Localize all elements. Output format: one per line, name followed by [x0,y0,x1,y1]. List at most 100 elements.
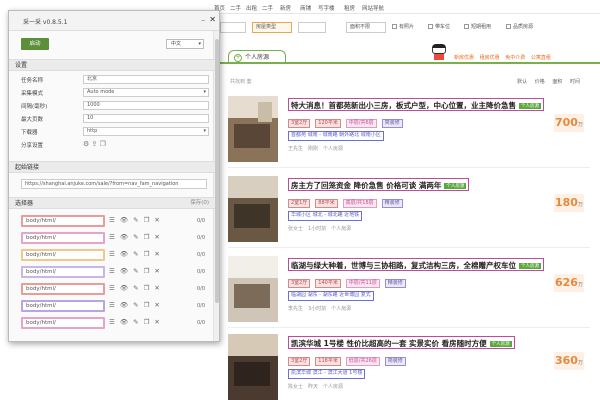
eye-icon[interactable]: 👁 [120,250,128,258]
listing-item[interactable]: 房主方了回笼资金 降价急售 价格可谈 满两年 个人房源 2室1厅 88平米 高层/… [228,172,590,248]
nav-link[interactable]: 商铺 [300,4,311,12]
copy-icon[interactable]: ❐ [144,318,150,326]
sort-option[interactable]: 面积 [552,79,562,85]
selector-input[interactable]: body/html/ [21,283,105,295]
selector-input[interactable]: body/html/ [21,215,105,227]
edit-icon[interactable]: ✎ [133,233,138,241]
delete-icon[interactable]: ✕ [154,284,159,292]
list-icon[interactable]: ☰ [109,216,115,224]
scrollbar-thumb[interactable] [215,39,219,303]
listing-address[interactable]: 首都苑 城南 - 城南路 朝外路北 城南小区 [288,131,384,141]
filter-select-area[interactable]: 面积不限 [346,22,386,33]
task-name-input[interactable]: 北京 [83,75,209,84]
delete-icon[interactable]: ✕ [154,318,159,326]
filter-checkbox[interactable]: 有照片 [392,23,414,30]
promo-link[interactable]: 免中介费 [505,55,525,61]
nav-link[interactable]: 租房 [344,4,355,12]
filter-checkbox[interactable]: 带车位 [428,23,450,30]
listing-item[interactable]: 临湖与绿大种着，世博与三协相路，复式洁构三房，全棉赠产权车位 个人房源 3室2厅 … [228,252,590,328]
close-icon[interactable]: ✕ [209,15,216,24]
sort-option[interactable]: 默认 [517,79,527,85]
share-icon[interactable]: ⇪ [92,140,98,148]
listing-item[interactable]: 凯滨华城 1号楼 性价比超高的一套 实景实价 看房随时方便 个人房源 3室2厅 1… [228,330,590,400]
eye-icon[interactable]: 👁 [120,284,128,292]
edit-icon[interactable]: ✎ [133,284,138,292]
copy-icon[interactable]: ❐ [144,284,150,292]
listing-title[interactable]: 特大消息！首都苑新出小三房，板式户型，中心位置，业主降价急售 个人房源 [288,98,544,111]
list-icon[interactable]: ☰ [109,318,115,326]
attr-area: 140平米 [315,279,341,288]
edit-icon[interactable]: ✎ [133,267,138,275]
edit-icon[interactable]: ✎ [133,216,138,224]
sort-option[interactable]: 时间 [570,79,580,85]
eye-icon[interactable]: 👁 [120,301,128,309]
list-icon[interactable]: ☰ [109,301,115,309]
eye-icon[interactable]: 👁 [120,267,128,275]
eye-icon[interactable]: 👁 [120,318,128,326]
selector-input[interactable]: body/html/ [21,232,105,244]
list-icon[interactable]: ☰ [109,284,115,292]
delete-icon[interactable]: ✕ [154,233,159,241]
panel-titlebar[interactable]: 采一采 v0.8.5.1 – ✕ [9,11,219,31]
language-select[interactable]: 中文 [166,39,204,49]
eye-icon[interactable]: 👁 [120,233,128,241]
filter-select-region[interactable] [220,22,246,33]
edit-icon[interactable]: ✎ [133,250,138,258]
listing-photo[interactable] [228,176,278,242]
copy-icon[interactable]: ❐ [144,250,150,258]
delete-icon[interactable]: ✕ [154,216,159,224]
nav-link[interactable]: 网站导航 [362,4,384,12]
list-icon[interactable]: ☰ [109,250,115,258]
listing-address[interactable]: 华城小区 城北 - 城北路 近地铁 [288,211,363,221]
eye-icon[interactable]: 👁 [120,216,128,224]
listing-address[interactable]: 临湖园 湖东 - 湖东路 近世博园 复式 [288,291,374,301]
downloader-select[interactable]: http [83,127,209,136]
promo-link[interactable]: 新房优惠 [454,55,474,61]
listing-photo[interactable] [228,256,278,322]
delete-icon[interactable]: ✕ [154,267,159,275]
copy-icon[interactable]: ❐ [100,140,106,148]
mode-select[interactable]: Auto mode [83,88,209,97]
sort-option[interactable]: 价格 [535,79,545,85]
save-selectors-button[interactable]: 保存(0) [190,198,209,209]
selector-input[interactable]: body/html/ [21,317,105,329]
filter-checkbox[interactable]: 品质房源 [506,23,533,30]
field-max-pages: 最大页数 10 [9,114,215,124]
edit-icon[interactable]: ✎ [133,318,138,326]
promo-link[interactable]: 公寓直租 [531,55,551,61]
interval-input[interactable]: 1000 [83,101,209,110]
delete-icon[interactable]: ✕ [154,301,159,309]
listing-address[interactable]: 凯滨华城 滨江 - 滨江大道 1号楼 [288,369,366,379]
nav-link[interactable]: 写字楼 [318,4,335,12]
listing-title[interactable]: 凯滨华城 1号楼 性价比超高的一套 实景实价 看房随时方便 个人房源 [288,336,515,349]
selector-input[interactable]: body/html/ [21,249,105,261]
copy-icon[interactable]: ❐ [144,301,150,309]
start-url-input[interactable]: https://shanghai.anjuke.com/sale/?from=n… [21,179,207,189]
listing-title[interactable]: 临湖与绿大种着，世博与三协相路，复式洁构三房，全棉赠产权车位 个人房源 [288,258,544,271]
delete-icon[interactable]: ✕ [154,250,159,258]
selector-input[interactable]: body/html/ [21,266,105,278]
start-button[interactable]: 启动 [21,38,49,50]
copy-icon[interactable]: ❐ [144,216,150,224]
listing-title[interactable]: 房主方了回笼资金 降价急售 价格可谈 满两年 个人房源 [288,178,470,191]
minimize-icon[interactable]: – [202,16,206,24]
copy-icon[interactable]: ❐ [144,267,150,275]
gear-icon[interactable]: ⚙ [83,140,89,148]
selector-input[interactable]: body/html/ [21,300,105,312]
listing-photo[interactable] [228,96,278,162]
nav-link[interactable]: 二手 [230,4,241,12]
nav-link[interactable]: 新房 [280,4,291,12]
promo-link[interactable]: 租房优惠 [480,55,500,61]
nav-link[interactable]: 出租 [246,4,257,12]
list-icon[interactable]: ☰ [109,233,115,241]
listing-item[interactable]: 特大消息！首都苑新出小三房，板式户型，中心位置，业主降价急售 个人房源 3室2厅 … [228,92,590,168]
edit-icon[interactable]: ✎ [133,301,138,309]
filter-select-price[interactable] [298,22,326,33]
copy-icon[interactable]: ❐ [144,233,150,241]
list-icon[interactable]: ☰ [109,267,115,275]
filter-select-type[interactable]: 房屋类型 [252,22,292,33]
nav-link[interactable]: 二手 [262,4,273,12]
filter-checkbox[interactable]: 短期租用 [464,23,491,30]
max-pages-input[interactable]: 10 [83,114,209,123]
listing-photo[interactable] [228,334,278,400]
